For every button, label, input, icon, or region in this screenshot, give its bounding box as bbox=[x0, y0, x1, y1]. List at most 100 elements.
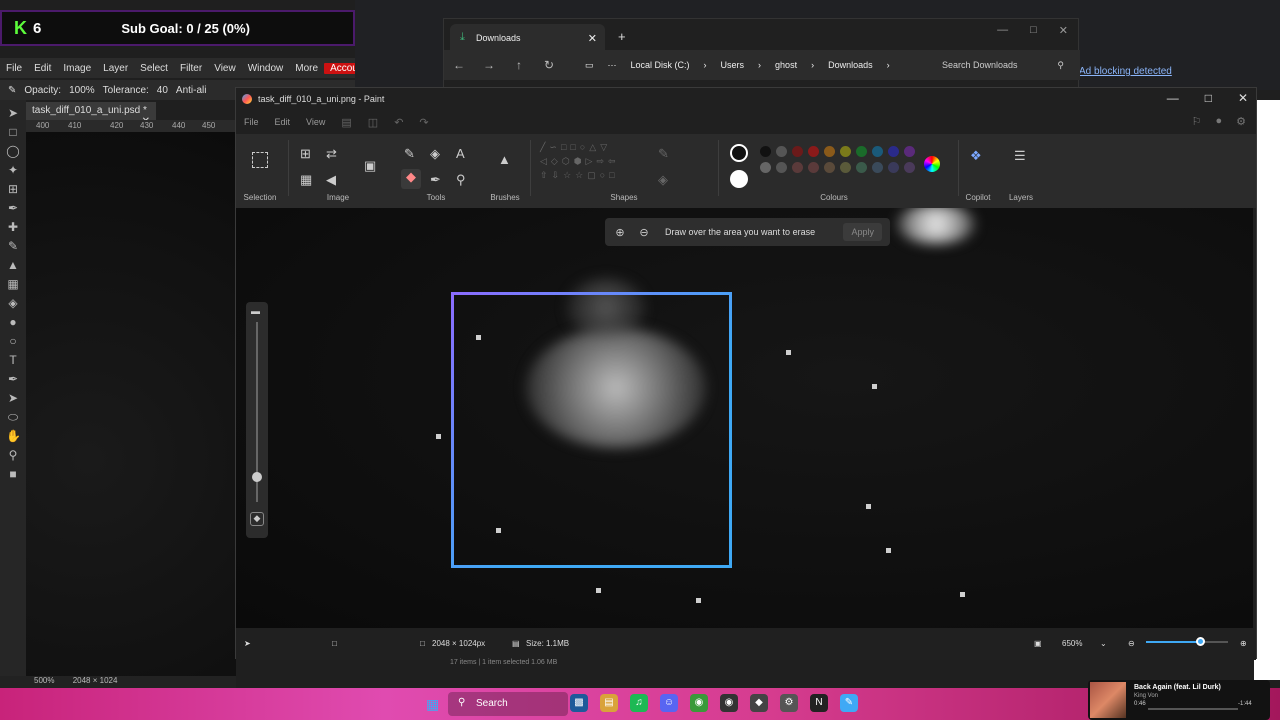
settings-icon[interactable]: ⚙ bbox=[1236, 115, 1246, 128]
resize-icon[interactable]: ⇄ bbox=[326, 146, 337, 162]
search-input[interactable]: Search Downloads ⚲ bbox=[934, 53, 1072, 77]
color-swatch[interactable] bbox=[792, 146, 803, 157]
close-icon[interactable]: ✕ bbox=[588, 32, 597, 45]
add-area-icon[interactable]: ⊕ bbox=[611, 226, 629, 239]
color-swatch[interactable] bbox=[840, 162, 851, 173]
color-swatch[interactable] bbox=[808, 162, 819, 173]
selection-icon[interactable] bbox=[252, 152, 268, 168]
eraser-mode-icon[interactable]: ◆ bbox=[250, 512, 264, 526]
color-swatch[interactable] bbox=[856, 146, 867, 157]
zoom-tool-icon[interactable]: ⚲ bbox=[6, 448, 20, 462]
color-swatch[interactable] bbox=[792, 162, 803, 173]
color-swatch[interactable] bbox=[776, 146, 787, 157]
document-tab[interactable]: task_diff_010_a_uni.psd * ✕ bbox=[26, 102, 156, 127]
apply-button[interactable]: Apply bbox=[843, 223, 882, 241]
color-swatch[interactable] bbox=[856, 162, 867, 173]
account-icon[interactable]: ● bbox=[1215, 115, 1222, 128]
explorer-tab[interactable]: ⤓ Downloads ✕ bbox=[450, 24, 605, 50]
color-swatch[interactable] bbox=[840, 146, 851, 157]
color-swatch-icon[interactable]: ■ bbox=[6, 467, 20, 481]
crop-icon[interactable]: ⊞ bbox=[300, 146, 311, 162]
color-swatch[interactable] bbox=[888, 162, 899, 173]
feedback-icon[interactable]: ⚐ bbox=[1192, 115, 1202, 128]
eraser-icon[interactable]: ◆ bbox=[401, 169, 421, 189]
healing-tool-icon[interactable]: ✚ bbox=[6, 220, 20, 234]
fill-icon[interactable]: ◈ bbox=[430, 146, 440, 162]
text-icon[interactable]: A bbox=[456, 146, 465, 161]
color-swatch[interactable] bbox=[888, 146, 899, 157]
settings-icon[interactable]: ⚙ bbox=[780, 694, 798, 712]
menu-edit[interactable]: Edit bbox=[28, 63, 57, 74]
save-icon[interactable]: ▤ bbox=[333, 116, 359, 129]
color-swatch[interactable] bbox=[904, 146, 915, 157]
new-tab-icon[interactable]: + bbox=[618, 29, 626, 44]
pen-tool-icon[interactable]: ✒ bbox=[6, 372, 20, 386]
primary-color-swatch[interactable] bbox=[730, 144, 748, 162]
spotify-icon[interactable]: ♫ bbox=[630, 694, 648, 712]
hand-tool-icon[interactable]: ✋ bbox=[6, 429, 21, 443]
slider-handle[interactable] bbox=[1196, 637, 1205, 646]
brush-icon[interactable]: ▲ bbox=[498, 152, 511, 167]
magnifier-icon[interactable]: ⚲ bbox=[456, 172, 466, 188]
stamp-tool-icon[interactable]: ▲ bbox=[6, 258, 20, 272]
share-icon[interactable]: ◫ bbox=[360, 116, 386, 129]
eyedropper-icon[interactable]: ✒ bbox=[6, 201, 20, 215]
app-icon[interactable]: ◆ bbox=[750, 694, 768, 712]
layers-icon[interactable]: ☰ bbox=[1014, 148, 1026, 164]
secondary-color-swatch[interactable] bbox=[730, 170, 748, 188]
zoom-value[interactable]: 650% bbox=[1062, 639, 1082, 648]
close-icon[interactable]: ✕ bbox=[1238, 91, 1248, 105]
chevron-down-icon[interactable]: ⌄ bbox=[1100, 639, 1107, 648]
menu-layer[interactable]: Layer bbox=[97, 63, 134, 74]
menu-edit[interactable]: Edit bbox=[267, 117, 299, 127]
menu-file[interactable]: File bbox=[0, 63, 28, 74]
discord-icon[interactable]: ☺ bbox=[660, 694, 678, 712]
color-swatch[interactable] bbox=[808, 146, 819, 157]
up-icon[interactable]: ↑ bbox=[504, 58, 534, 72]
menu-image[interactable]: Image bbox=[57, 63, 97, 74]
eraser-tool-icon[interactable]: ▦ bbox=[6, 277, 20, 291]
color-swatch[interactable] bbox=[824, 146, 835, 157]
undo-icon[interactable]: ↶ bbox=[386, 116, 411, 129]
color-swatch[interactable] bbox=[872, 162, 883, 173]
widgets-icon[interactable]: ▩ bbox=[570, 694, 588, 712]
paint-icon[interactable]: ✎ bbox=[840, 694, 858, 712]
maximize-icon[interactable]: □ bbox=[1030, 24, 1037, 37]
copilot-icon[interactable]: ❖ bbox=[970, 148, 982, 164]
magic-wand-icon[interactable]: ✦ bbox=[6, 163, 20, 177]
type-tool-icon[interactable]: T bbox=[6, 353, 20, 367]
slider-handle[interactable] bbox=[252, 472, 262, 482]
color-swatch[interactable] bbox=[760, 162, 771, 173]
minimize-icon[interactable]: — bbox=[997, 24, 1008, 37]
color-swatch[interactable] bbox=[824, 162, 835, 173]
menu-file[interactable]: File bbox=[236, 117, 267, 127]
color-swatch[interactable] bbox=[872, 146, 883, 157]
color-swatch[interactable] bbox=[904, 162, 915, 173]
zoom-out-icon[interactable]: ⊖ bbox=[1128, 639, 1135, 648]
color-wheel-icon[interactable] bbox=[924, 156, 940, 172]
chrome-icon[interactable]: ◉ bbox=[690, 694, 708, 712]
shapes-gallery-icon[interactable]: ⇧⇩☆☆▢○□ bbox=[540, 170, 619, 181]
redo-icon[interactable]: ↷ bbox=[411, 116, 436, 129]
menu-view[interactable]: View bbox=[208, 63, 242, 74]
shapes-gallery-icon[interactable]: ╱∽□□○△▽ bbox=[540, 142, 611, 153]
remove-area-icon[interactable]: ⊖ bbox=[635, 226, 653, 239]
brush-tool-icon[interactable]: ✎ bbox=[6, 239, 20, 253]
shape-tool-icon[interactable]: ⬭ bbox=[6, 410, 20, 424]
photopea-canvas[interactable] bbox=[26, 132, 236, 677]
marquee-tool-icon[interactable]: □ bbox=[6, 125, 20, 139]
breadcrumb-item[interactable]: Downloads bbox=[828, 60, 873, 70]
eraser-tool-icon[interactable]: ✎ bbox=[8, 85, 16, 96]
menu-view[interactable]: View bbox=[298, 117, 333, 127]
rotate-icon[interactable]: ◀ bbox=[326, 172, 336, 188]
minimize-icon[interactable]: — bbox=[1167, 91, 1179, 105]
zoom-slider[interactable] bbox=[1146, 637, 1228, 646]
move-tool-icon[interactable]: ➤ bbox=[6, 106, 20, 120]
color-picker-icon[interactable]: ✒ bbox=[430, 172, 441, 188]
breadcrumb-item[interactable]: Local Disk (C:) bbox=[631, 60, 690, 70]
color-swatch[interactable] bbox=[760, 146, 771, 157]
remove-background-icon[interactable]: ▦ bbox=[300, 172, 312, 188]
shape-fill-icon[interactable]: ◈ bbox=[658, 172, 668, 188]
lasso-tool-icon[interactable]: ◯ bbox=[6, 144, 20, 158]
maximize-icon[interactable]: □ bbox=[1205, 91, 1212, 105]
